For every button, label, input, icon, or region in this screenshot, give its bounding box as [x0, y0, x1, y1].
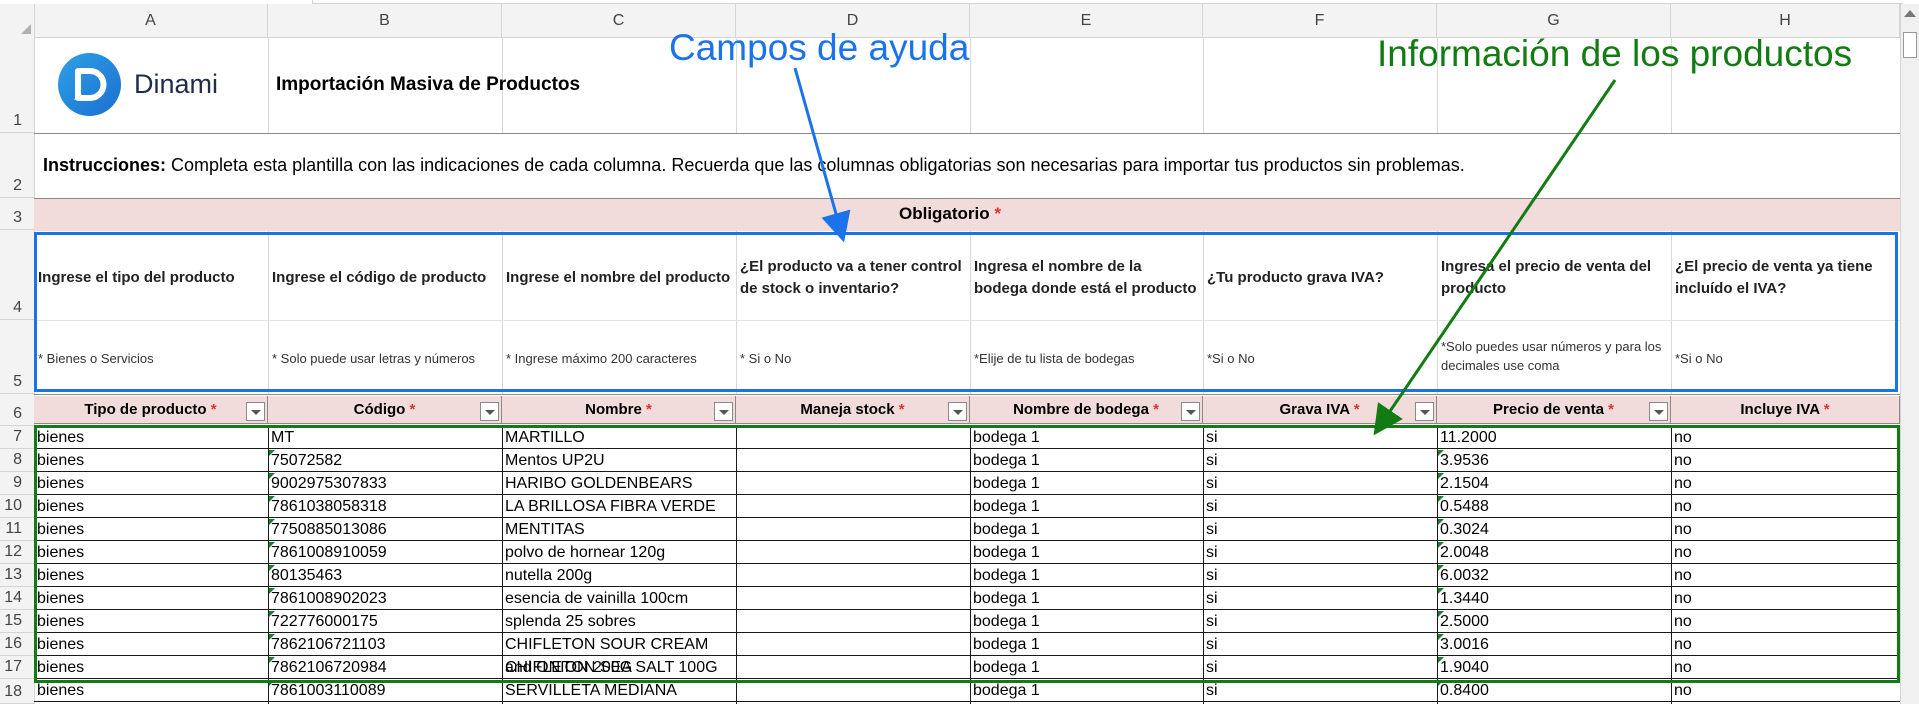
scroll-thumb[interactable]	[1903, 32, 1917, 58]
vertical-scrollbar[interactable]	[1900, 4, 1919, 704]
scroll-up-icon[interactable]	[1904, 10, 1916, 17]
arrow-products	[1373, 79, 1617, 436]
arrow-help	[793, 67, 851, 243]
annotation-arrows	[793, 67, 1617, 436]
